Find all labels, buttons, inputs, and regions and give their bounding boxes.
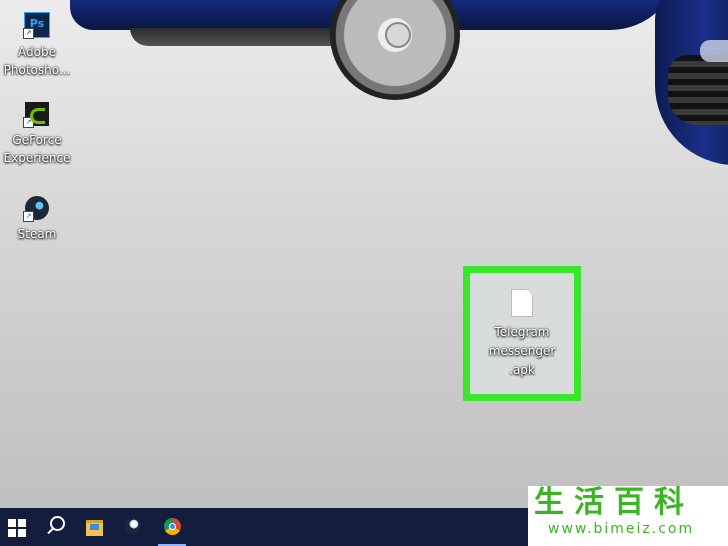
- desktop-icon-label: Adobe: [18, 45, 56, 59]
- desktop-icon-photoshop[interactable]: Ps ↗ Adobe Photosho...: [2, 12, 72, 80]
- desktop-file-telegram-apk[interactable]: Telegram messenger .apk: [470, 273, 574, 394]
- wallpaper-car-headlight: [700, 40, 728, 62]
- desktop-icon-label: Steam: [17, 227, 57, 241]
- wallpaper-vw-logo: [385, 22, 411, 48]
- shortcut-arrow-icon: ↗: [23, 28, 34, 39]
- shortcut-arrow-icon: ↗: [23, 211, 34, 222]
- file-icon: [511, 289, 533, 317]
- desktop-icon-steam[interactable]: ↗ Steam: [2, 196, 72, 244]
- watermark-chinese-text: 生活百科: [534, 485, 694, 520]
- file-highlight-box: Telegram messenger .apk: [463, 266, 581, 401]
- file-label: messenger: [488, 344, 556, 358]
- file-explorer-button[interactable]: [74, 508, 114, 546]
- steam-taskbar-button[interactable]: [112, 508, 152, 546]
- desktop: Ps ↗ Adobe Photosho... ↗ GeForce Experie…: [0, 0, 728, 508]
- windows-start-button[interactable]: [0, 508, 40, 546]
- file-label: .apk: [509, 363, 535, 377]
- desktop-icon-geforce-experience[interactable]: ↗ GeForce Experience: [2, 102, 72, 168]
- desktop-icon-label: Experience: [3, 151, 71, 165]
- steam-icon: ↗: [23, 196, 49, 222]
- chrome-taskbar-button[interactable]: [152, 508, 192, 546]
- wallpaper-car-wheel: [330, 0, 460, 100]
- shortcut-arrow-icon: ↗: [23, 117, 34, 128]
- wallpaper-car-grille: [668, 55, 728, 125]
- desktop-icon-label: GeForce: [12, 133, 62, 147]
- watermark: 生活百科 www.bimeiz.com: [528, 486, 728, 546]
- desktop-icon-label: Photosho...: [3, 63, 71, 77]
- search-button[interactable]: [36, 508, 76, 546]
- photoshop-icon: Ps ↗: [23, 12, 50, 39]
- geforce-icon: ↗: [23, 102, 49, 128]
- file-label: Telegram: [494, 325, 550, 339]
- wallpaper-car-skirt: [130, 28, 350, 46]
- watermark-url: www.bimeiz.com: [548, 521, 695, 537]
